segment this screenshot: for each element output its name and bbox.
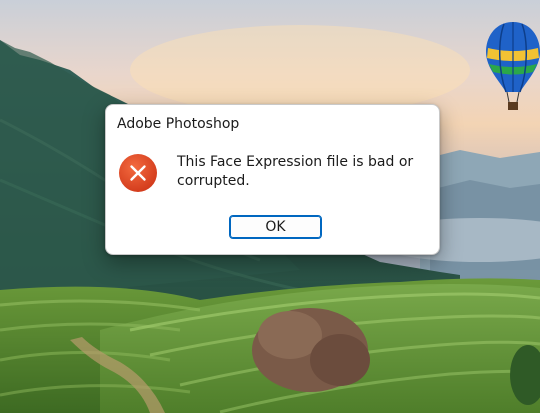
- dialog-titlebar[interactable]: Adobe Photoshop: [106, 105, 439, 143]
- error-icon: [119, 154, 157, 192]
- dialog-title: Adobe Photoshop: [117, 116, 240, 132]
- hot-air-balloon: [486, 22, 540, 110]
- ok-button[interactable]: OK: [229, 215, 322, 239]
- error-message: This Face Expression file is bad or corr…: [177, 154, 414, 189]
- error-dialog: Adobe Photoshop This Face Expression fil…: [105, 104, 440, 255]
- desktop: Adobe Photoshop This Face Expression fil…: [0, 0, 540, 413]
